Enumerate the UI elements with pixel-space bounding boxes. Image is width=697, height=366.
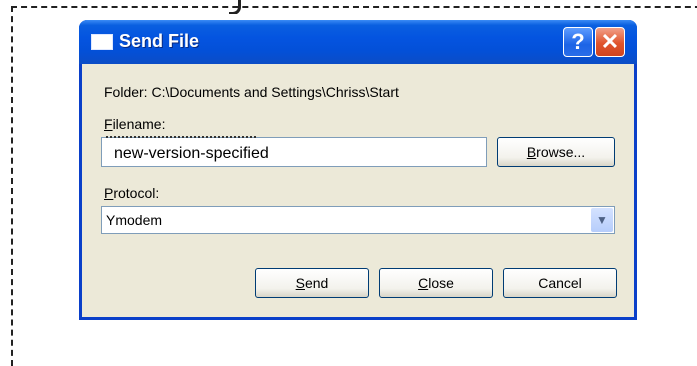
protocol-label: Protocol: (104, 185, 160, 201)
text-fragment (229, 0, 289, 14)
send-button[interactable]: Send (255, 268, 369, 298)
window-icon (91, 34, 113, 50)
title-bar[interactable]: Send File ? ✕ (79, 20, 637, 64)
folder-label: Folder: C:\Documents and Settings\Chriss… (104, 84, 399, 100)
protocol-select[interactable]: Ymodem ▼ (101, 206, 615, 234)
dialog-title: Send File (119, 31, 200, 51)
send-file-dialog: Send File ? ✕ Folder: C:\Documents and S… (79, 20, 637, 320)
filename-value: new-version-specified (114, 145, 269, 162)
filename-input[interactable]: new-version-specified (101, 136, 487, 167)
cancel-button[interactable]: Cancel (503, 268, 617, 298)
help-icon[interactable]: ? (563, 27, 593, 57)
dialog-body: Folder: C:\Documents and Settings\Chriss… (82, 64, 634, 317)
chevron-down-icon[interactable]: ▼ (591, 208, 613, 232)
filename-label: Filename: (104, 116, 166, 132)
browse-button[interactable]: Browse... (497, 137, 615, 167)
close-button[interactable]: Close (379, 268, 493, 298)
close-icon[interactable]: ✕ (595, 27, 625, 57)
protocol-selected-value: Ymodem (106, 212, 163, 228)
